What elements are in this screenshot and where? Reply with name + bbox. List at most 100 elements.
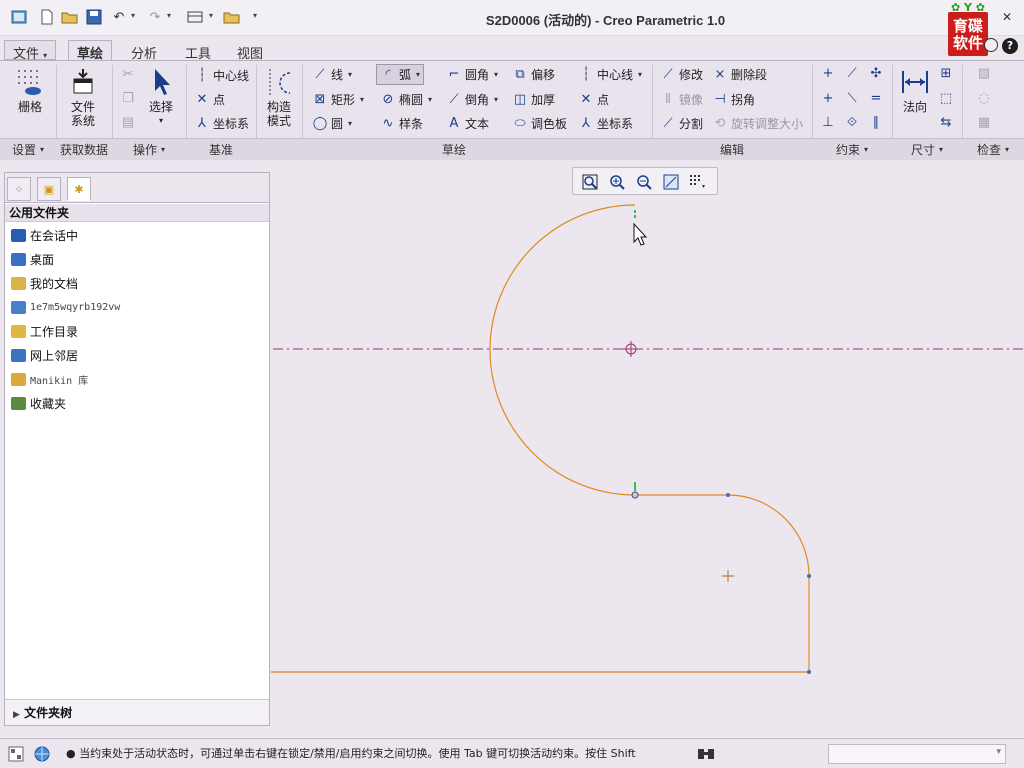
arc-button[interactable]: ◜ 弧 ▾ [376, 64, 425, 85]
selection-filter-dropdown[interactable]: ▾ [828, 744, 1006, 764]
thicken-button[interactable]: ◫ 加厚 [512, 91, 555, 108]
folder-item-desktop[interactable]: 桌面 [11, 249, 54, 269]
construction-mode-button[interactable]: 构造 模式 [260, 67, 298, 128]
ellipse-button[interactable]: ⊘ 椭圆 ▾ [380, 91, 432, 108]
circle-dropdown-icon[interactable]: ▾ [348, 119, 352, 128]
folder-item-computer[interactable]: 1e7m5wqyrb192vw [11, 297, 120, 317]
perpendicular-constraint-button[interactable]: ⊥ [820, 115, 836, 130]
midpoint-constraint-button[interactable]: ✣ [868, 66, 884, 81]
sketch-vertex[interactable] [807, 574, 811, 578]
group-constrain-arrow: ▾ [864, 145, 869, 154]
close-icon[interactable]: ✕ [1002, 10, 1012, 24]
modify-button[interactable]: ⟋ 修改 [660, 66, 703, 83]
text-button[interactable]: A 文本 [446, 115, 489, 132]
select-dropdown-icon[interactable]: ▾ [144, 114, 178, 128]
chamfer-dropdown-icon[interactable]: ▾ [494, 95, 498, 104]
tab-file[interactable]: 文件 ▾ [4, 40, 57, 62]
sketch-view-button[interactable] [660, 171, 682, 193]
sketch-coord-button[interactable]: ⅄ 坐标系 [578, 115, 633, 132]
sketch-arc-fillet[interactable] [727, 494, 810, 577]
parallel-constraint-button[interactable]: ∥ [868, 115, 884, 130]
selection-filter-icon-button[interactable] [696, 745, 718, 763]
favorites-tab[interactable]: ✱ [67, 177, 91, 201]
file-system-button[interactable]: 文件 系统 [62, 67, 104, 128]
graphics-window[interactable] [271, 160, 1024, 738]
corner-button[interactable]: ⊣ 拐角 [712, 91, 755, 108]
fillet-button[interactable]: ⌐ 圆角 ▾ [446, 66, 498, 83]
line-button[interactable]: ⟋ 线 ▾ [312, 66, 352, 83]
divide-button[interactable]: ⟋ 分割 [660, 115, 703, 132]
cut-button[interactable]: ✂ [120, 67, 136, 82]
fillet-dropdown-icon[interactable]: ▾ [494, 70, 498, 79]
folder-browser-tab[interactable]: ▣ [37, 177, 61, 201]
tab-analysis[interactable]: 分析 [122, 40, 166, 62]
arc-dropdown-icon[interactable]: ▾ [416, 70, 420, 79]
chamfer-button[interactable]: ⟋ 倒角 ▾ [446, 91, 498, 108]
folder-item-network[interactable]: 网上邻居 [11, 345, 78, 365]
rectangle-button[interactable]: ⊠ 矩形 ▾ [312, 91, 364, 108]
horizontal-constraint-button[interactable]: + [820, 91, 836, 106]
zoom-in-button[interactable] [606, 171, 628, 193]
folder-item-in-session[interactable]: 在会话中 [11, 225, 78, 245]
copy-button[interactable]: ❐ [120, 91, 136, 106]
folder-item-my-documents[interactable]: 我的文档 [11, 273, 78, 293]
select-button[interactable]: 选择 ▾ [144, 67, 178, 128]
sketch-centerline-button[interactable]: ┆ 中心线 ▾ [578, 66, 642, 83]
sketch-vertex[interactable] [631, 491, 639, 499]
sketch-arc-large[interactable] [489, 204, 636, 496]
tangent-constraint-button[interactable]: ⟋ [844, 66, 860, 81]
sketch-vertex[interactable] [807, 670, 811, 674]
delete-segment-button[interactable]: ⨯ 删除段 [712, 66, 767, 83]
browser-toggle[interactable] [32, 745, 52, 763]
sketch-point-label: 点 [597, 93, 610, 107]
centerline-dropdown-icon[interactable]: ▾ [638, 70, 642, 79]
folder-tree-toggle[interactable]: ▶ 文件夹树 [5, 699, 269, 725]
group-inspect[interactable]: 检查 ▾ [962, 138, 1024, 160]
mirror-button[interactable]: ⫴ 镜像 [660, 91, 703, 108]
group-constrain[interactable]: 约束 ▾ [812, 138, 892, 160]
shade-closed-loops-button[interactable]: ▦ [976, 115, 992, 130]
sketch-point-button[interactable]: ✕ 点 [578, 91, 609, 108]
folder-tree-label: 文件夹树 [24, 706, 73, 720]
baseline-dimension-button[interactable]: ⬚ [938, 91, 954, 106]
rectangle-dropdown-icon[interactable]: ▾ [360, 95, 364, 104]
equal-constraint-button[interactable]: = [868, 91, 884, 106]
grid-button[interactable]: 栅格 [10, 67, 50, 114]
folder-item-favorites[interactable]: 收藏夹 [11, 393, 66, 413]
tab-sketch[interactable]: 草绘 [68, 40, 113, 62]
overlapping-geometry-button[interactable]: ▧ [976, 66, 992, 81]
datum-centerline-button[interactable]: ┆ 中心线 [194, 67, 249, 84]
datum-coord-button[interactable]: ⅄ 坐标系 [194, 115, 249, 132]
spline-button[interactable]: ∿ 样条 [380, 115, 423, 132]
offset-button[interactable]: ⧉ 偏移 [512, 66, 555, 83]
status-grid-toggle[interactable] [8, 746, 24, 762]
title-bar: ↶ ▾ ↷ ▾ ▾ ▾ S2D0006 (活动的) - Creo Paramet… [0, 0, 1024, 36]
normal-dimension-button[interactable]: 法向 [896, 67, 934, 114]
tab-tools[interactable]: 工具 [176, 40, 220, 62]
line-dropdown-icon[interactable]: ▾ [348, 70, 352, 79]
highlight-open-ends-button[interactable]: ◌ [976, 91, 992, 106]
folder-item-working-directory[interactable]: 工作目录 [11, 321, 78, 341]
coincident-constraint-button[interactable]: ⟍ [844, 91, 860, 106]
perimeter-dimension-button[interactable]: ⊞ [938, 66, 954, 81]
tab-view[interactable]: 视图 [228, 40, 272, 62]
group-settings[interactable]: 设置 ▾ [0, 138, 56, 160]
circle-button[interactable]: ◯ 圆 ▾ [312, 115, 352, 132]
palette-button[interactable]: ⬭ 调色板 [512, 115, 567, 132]
group-operations[interactable]: 操作 ▾ [112, 138, 186, 160]
paste-button[interactable]: ▤ [120, 115, 136, 130]
reference-dimension-button[interactable]: ⇆ [938, 115, 954, 130]
model-tree-tab[interactable]: ⁘ [7, 177, 31, 201]
folder-item-manikin-library[interactable]: Manikin 库 [11, 369, 88, 389]
datum-point-button[interactable]: ✕ 点 [194, 91, 225, 108]
rotate-resize-button[interactable]: ⟲ 旋转调整大小 [712, 115, 803, 132]
sketch-vertex[interactable] [726, 493, 730, 497]
refit-button[interactable] [579, 171, 601, 193]
zoom-out-button[interactable] [633, 171, 655, 193]
ellipse-dropdown-icon[interactable]: ▾ [428, 95, 432, 104]
sketcher-display-filter-button[interactable] [687, 171, 709, 193]
group-dimension[interactable]: 尺寸 ▾ [892, 138, 962, 160]
vertical-constraint-button[interactable]: + [820, 66, 836, 81]
symmetric-constraint-button[interactable]: ⟐ [844, 115, 860, 130]
sketch-canvas[interactable] [271, 160, 1024, 738]
